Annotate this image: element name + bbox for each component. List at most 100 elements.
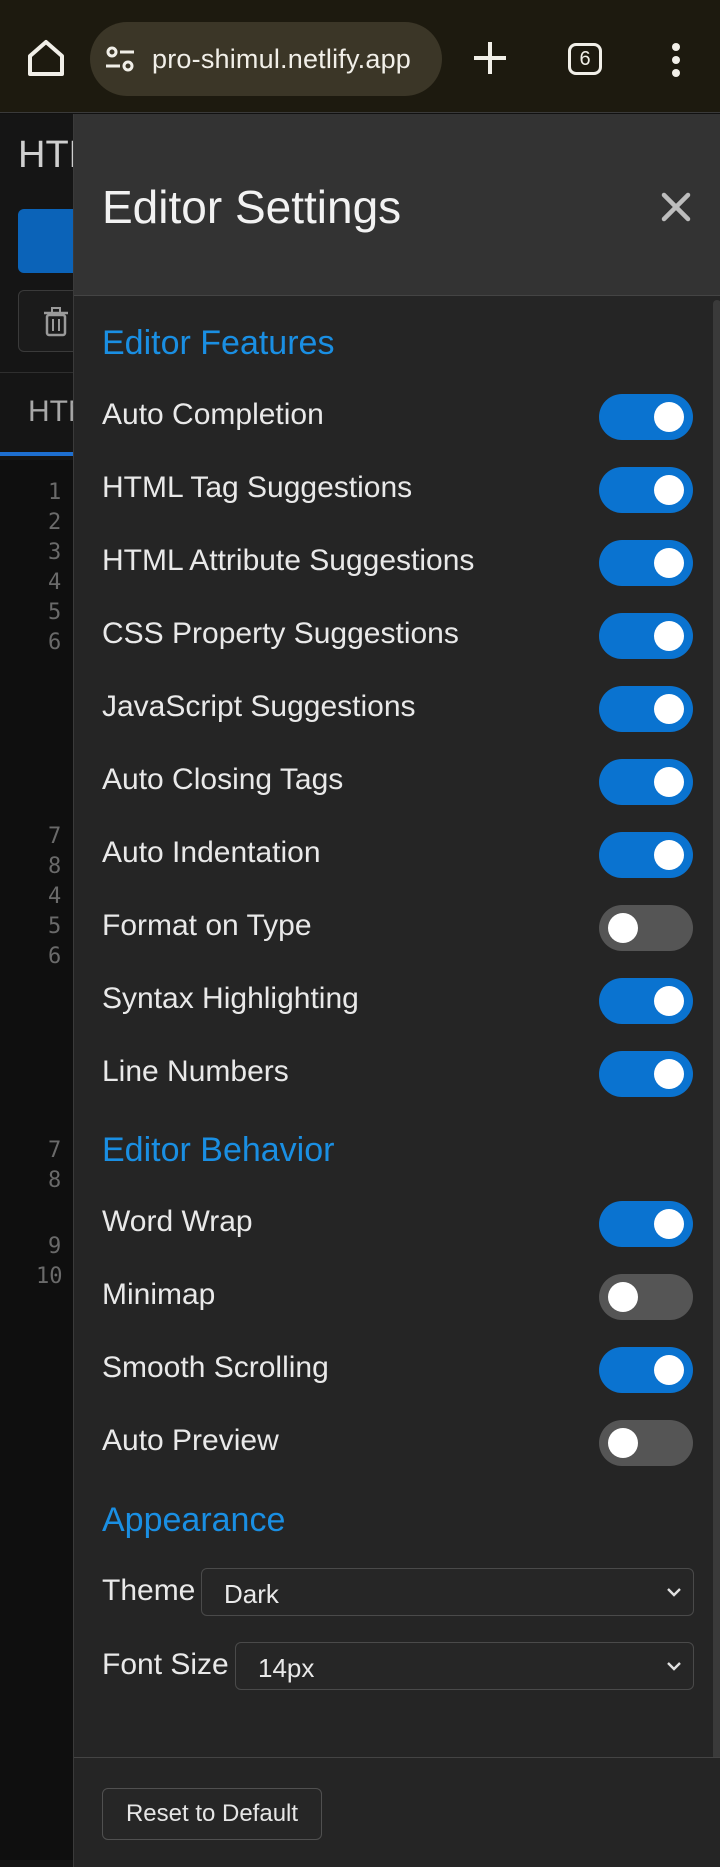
home-button[interactable] <box>24 36 68 80</box>
minimap-toggle[interactable] <box>599 1274 693 1320</box>
line-numbers-toggle[interactable] <box>599 1051 693 1097</box>
line-number: 6 <box>48 630 62 655</box>
close-icon <box>661 192 691 222</box>
setting-label: Minimap <box>102 1278 216 1311</box>
plus-icon <box>474 42 506 74</box>
setting-row-format-on-type: Format on Type <box>102 903 693 953</box>
setting-row-auto-closing-tags: Auto Closing Tags <box>102 757 693 807</box>
line-number: 4 <box>48 884 62 909</box>
section-appearance: Appearance <box>102 1501 286 1539</box>
url-text: pro-shimul.netlify.app <box>152 44 412 74</box>
editor-settings-panel: Editor Settings Editor Features Auto Com… <box>73 114 720 1867</box>
setting-row-css-property-suggestions: CSS Property Suggestions <box>102 611 693 661</box>
setting-label: Auto Closing Tags <box>102 763 344 796</box>
settings-scrollbar[interactable] <box>713 300 720 1762</box>
browser-toolbar: pro-shimul.netlify.app 6 <box>0 0 720 113</box>
settings-title: Editor Settings <box>102 181 402 233</box>
setting-label: Syntax Highlighting <box>102 982 359 1015</box>
theme-select[interactable]: Dark <box>201 1568 694 1616</box>
toggle-knob <box>654 475 684 505</box>
setting-row-html-tag-suggestions: HTML Tag Suggestions <box>102 465 693 515</box>
setting-label: CSS Property Suggestions <box>102 617 459 650</box>
line-number: 10 <box>36 1264 63 1289</box>
auto-completion-toggle[interactable] <box>599 394 693 440</box>
address-bar[interactable]: pro-shimul.netlify.app <box>90 22 442 96</box>
setting-row-minimap: Minimap <box>102 1272 693 1322</box>
line-number: 8 <box>48 854 62 879</box>
auto-preview-toggle[interactable] <box>599 1420 693 1466</box>
line-number: 5 <box>48 600 62 625</box>
line-number-gutter: 1 2 3 4 5 6 7 8 4 5 6 7 8 9 10 <box>0 460 74 1860</box>
tab-switcher-button[interactable]: 6 <box>568 43 602 75</box>
setting-row-word-wrap: Word Wrap <box>102 1199 693 1249</box>
line-number: 8 <box>48 1168 62 1193</box>
toggle-knob <box>608 1282 638 1312</box>
toggle-knob <box>654 840 684 870</box>
toggle-knob <box>608 1428 638 1458</box>
setting-label: Auto Indentation <box>102 836 321 869</box>
setting-label: Auto Completion <box>102 398 324 431</box>
setting-label: Line Numbers <box>102 1055 289 1088</box>
new-tab-button[interactable] <box>470 38 510 78</box>
toggle-knob <box>654 767 684 797</box>
setting-row-auto-indentation: Auto Indentation <box>102 830 693 880</box>
setting-label: Auto Preview <box>102 1424 279 1457</box>
close-settings-button[interactable] <box>659 190 693 224</box>
line-number: 4 <box>48 570 62 595</box>
settings-header: Editor Settings <box>74 114 720 296</box>
browser-menu-button[interactable] <box>664 42 688 78</box>
line-number: 2 <box>48 510 62 535</box>
trash-icon <box>44 307 68 337</box>
line-number: 5 <box>48 914 62 939</box>
setting-label: HTML Tag Suggestions <box>102 471 413 504</box>
toggle-knob <box>654 1355 684 1385</box>
javascript-suggestions-toggle[interactable] <box>599 686 693 732</box>
word-wrap-toggle[interactable] <box>599 1201 693 1247</box>
font-size-select[interactable]: 14px <box>235 1642 694 1690</box>
chevron-down-icon <box>667 1588 681 1597</box>
setting-row-auto-preview: Auto Preview <box>102 1418 693 1468</box>
html-attribute-suggestions-toggle[interactable] <box>599 540 693 586</box>
setting-label: Word Wrap <box>102 1205 253 1238</box>
setting-row-line-numbers: Line Numbers <box>102 1049 693 1099</box>
line-number: 1 <box>48 480 62 505</box>
home-icon <box>28 40 64 76</box>
toggle-knob <box>654 694 684 724</box>
line-number: 9 <box>48 1234 62 1259</box>
html-tag-suggestions-toggle[interactable] <box>599 467 693 513</box>
setting-row-javascript-suggestions: JavaScript Suggestions <box>102 684 693 734</box>
tab-count: 6 <box>579 48 591 70</box>
toggle-knob <box>654 402 684 432</box>
setting-label: Format on Type <box>102 909 312 942</box>
toggle-knob <box>654 1059 684 1089</box>
line-number: 7 <box>48 1138 62 1163</box>
toggle-knob <box>654 1209 684 1239</box>
line-number: 7 <box>48 824 62 849</box>
section-editor-behavior: Editor Behavior <box>102 1131 335 1169</box>
line-number: 6 <box>48 944 62 969</box>
format-on-type-toggle[interactable] <box>599 905 693 951</box>
toggle-knob <box>608 913 638 943</box>
smooth-scrolling-toggle[interactable] <box>599 1347 693 1393</box>
css-property-suggestions-toggle[interactable] <box>599 613 693 659</box>
setting-row-smooth-scrolling: Smooth Scrolling <box>102 1345 693 1395</box>
settings-footer: Reset to Default <box>74 1757 720 1867</box>
auto-indentation-toggle[interactable] <box>599 832 693 878</box>
toggle-knob <box>654 548 684 578</box>
setting-label: JavaScript Suggestions <box>102 690 416 723</box>
setting-row-auto-completion: Auto Completion <box>102 392 693 442</box>
font-size-label: Font Size <box>102 1648 229 1681</box>
toggle-knob <box>654 621 684 651</box>
reset-to-default-button[interactable]: Reset to Default <box>102 1788 322 1840</box>
line-number: 3 <box>48 540 62 565</box>
theme-value: Dark <box>224 1579 279 1609</box>
auto-closing-tags-toggle[interactable] <box>599 759 693 805</box>
chevron-down-icon <box>667 1662 681 1671</box>
setting-row-html-attribute-suggestions: HTML Attribute Suggestions <box>102 538 693 588</box>
section-editor-features: Editor Features <box>102 324 335 362</box>
setting-label: HTML Attribute Suggestions <box>102 544 475 577</box>
theme-label: Theme <box>102 1574 196 1607</box>
setting-row-syntax-highlighting: Syntax Highlighting <box>102 976 693 1026</box>
toggle-knob <box>654 986 684 1016</box>
syntax-highlighting-toggle[interactable] <box>599 978 693 1024</box>
